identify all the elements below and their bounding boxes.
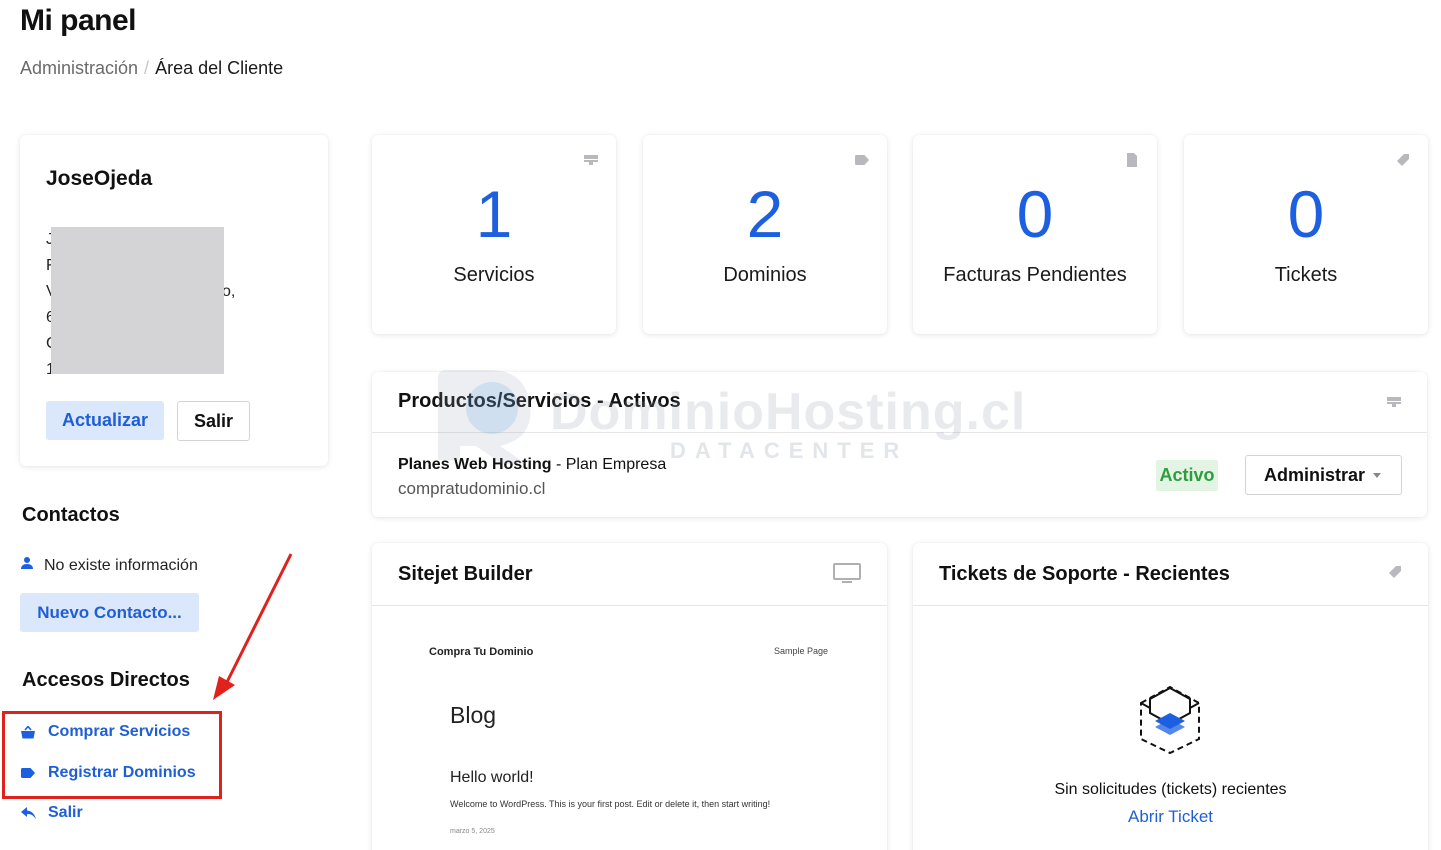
stat-card-invoices[interactable]: 0 Facturas Pendientes — [913, 135, 1157, 334]
tickets-card: Tickets de Soporte - Recientes Sin solic… — [913, 543, 1428, 850]
product-domain: compratudominio.cl — [398, 479, 546, 498]
preview-post-title: Hello world! — [450, 769, 534, 786]
caret-down-icon — [1373, 473, 1381, 478]
product-name[interactable]: Planes Web Hosting - Plan Empresa — [398, 456, 666, 474]
breadcrumb-current: Área del Cliente — [155, 58, 284, 78]
breadcrumb-link-administracion[interactable]: Administración — [20, 58, 138, 78]
user-card: JoseOjeda J F V o, 6 C 1 Actualizar Sali… — [20, 135, 328, 466]
product-group: Planes Web Hosting — [398, 456, 552, 473]
card-divider — [372, 432, 1427, 433]
site-preview[interactable]: Compra Tu Dominio Sample Page Blog Hello… — [372, 606, 887, 850]
preview-nav-link: Sample Page — [774, 646, 829, 656]
tickets-empty-text: Sin solicitudes (tickets) recientes — [1054, 781, 1287, 798]
contacts-title: Contactos — [22, 504, 120, 526]
empty-tickets-icon — [1140, 685, 1200, 755]
address-line: o, — [222, 283, 236, 300]
stat-card-tickets[interactable]: 0 Tickets — [1184, 135, 1428, 334]
contacts-empty-row: No existe información — [20, 556, 198, 575]
stat-card-domains[interactable]: 2 Dominios — [643, 135, 887, 334]
stat-card-services[interactable]: 1 Servicios — [372, 135, 616, 334]
preview-post-date: marzo 5, 2025 — [450, 828, 495, 835]
logout-button[interactable]: Salir — [177, 401, 250, 441]
monitor-icon — [833, 563, 861, 590]
breadcrumb-separator: / — [144, 58, 150, 78]
arrow-left-icon — [20, 806, 36, 820]
card-divider — [913, 605, 1428, 606]
stat-value: 0 — [1016, 177, 1054, 251]
status-badge: Activo — [1156, 460, 1218, 491]
new-contact-button[interactable]: Nuevo Contacto... — [20, 593, 199, 632]
product-separator: - — [551, 456, 566, 473]
stat-label: Dominios — [723, 264, 807, 286]
tag-icon — [855, 153, 869, 167]
stat-value: 2 — [746, 177, 784, 251]
product-plan: Plan Empresa — [565, 456, 667, 473]
preview-site-name: Compra Tu Dominio — [429, 646, 534, 658]
sitejet-title: Sitejet Builder — [398, 563, 533, 585]
update-button[interactable]: Actualizar — [46, 401, 164, 440]
user-name: JoseOjeda — [46, 167, 153, 190]
open-ticket-link[interactable]: Abrir Ticket — [913, 807, 1428, 827]
annotation-highlight-box — [2, 711, 222, 799]
manage-label: Administrar — [1264, 464, 1366, 485]
redacted-address-block — [51, 227, 224, 374]
ticket-icon — [1396, 153, 1410, 167]
manage-dropdown-button[interactable]: Administrar — [1245, 455, 1402, 495]
shortcuts-title: Accesos Directos — [22, 669, 190, 691]
server-icon — [1387, 396, 1401, 414]
breadcrumb: Administración / Área del Cliente — [20, 58, 283, 79]
stat-value: 0 — [1287, 177, 1325, 251]
shortcut-logout[interactable]: Salir — [20, 804, 83, 822]
contacts-empty-text: No existe información — [44, 556, 198, 574]
user-icon — [20, 556, 34, 575]
products-card: Productos/Servicios - Activos Planes Web… — [372, 372, 1427, 517]
document-icon — [1125, 153, 1139, 167]
stat-label: Facturas Pendientes — [943, 264, 1127, 286]
stat-label: Tickets — [1274, 264, 1338, 286]
sitejet-card: Sitejet Builder Compra Tu Dominio Sample… — [372, 543, 887, 850]
tickets-title: Tickets de Soporte - Recientes — [939, 563, 1230, 585]
preview-post-excerpt: Welcome to WordPress. This is your first… — [450, 799, 771, 809]
server-icon — [584, 153, 598, 167]
preview-heading: Blog — [450, 702, 497, 728]
ticket-icon — [1388, 565, 1402, 584]
shortcut-label: Salir — [48, 804, 83, 821]
annotation-arrow — [213, 553, 293, 700]
stat-value: 1 — [475, 177, 513, 251]
page-title: Mi panel — [20, 4, 137, 37]
products-title: Productos/Servicios - Activos — [398, 390, 681, 412]
stat-label: Servicios — [453, 264, 535, 286]
